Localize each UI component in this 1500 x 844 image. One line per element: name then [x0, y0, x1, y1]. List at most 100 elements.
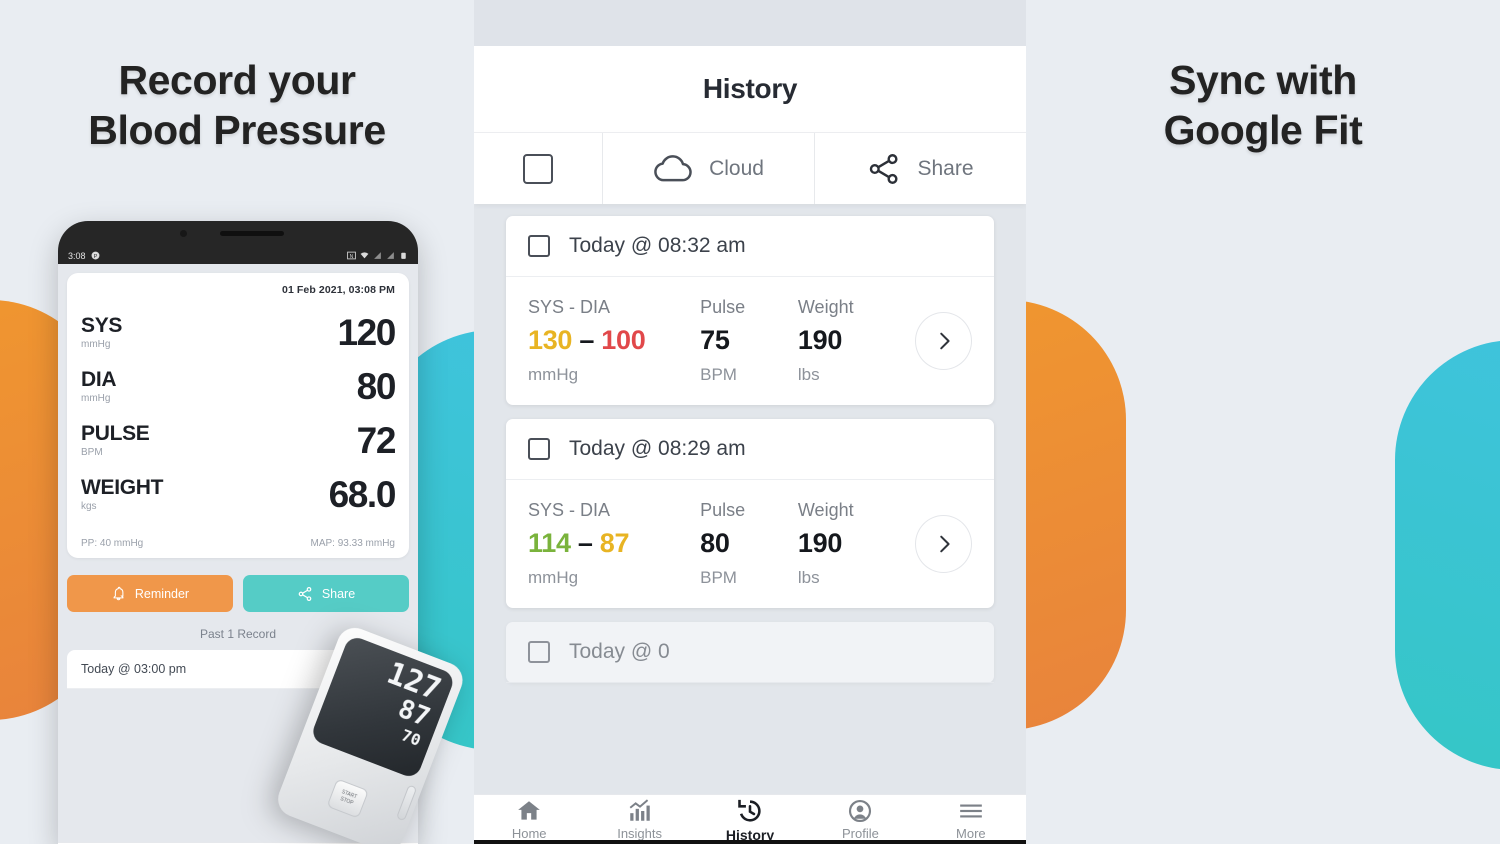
pulse-label: Pulse — [700, 297, 746, 317]
weight-value: 190 — [797, 325, 843, 355]
panel-left: Record your Blood Pressure 3:08 P N 01 F… — [0, 0, 474, 844]
nav-item-history[interactable]: History — [695, 797, 805, 843]
dia-value: 100 — [601, 325, 646, 355]
history-card-datetime: Today @ 0 — [569, 640, 670, 663]
reading-datetime: 01 Feb 2021, 03:08 PM — [282, 284, 395, 296]
orange-blob — [1026, 300, 1126, 730]
nav-item-insights[interactable]: Insights — [584, 798, 694, 841]
map-value: MAP: 93.33 mmHg — [310, 538, 395, 549]
cloud-tab-label: Cloud — [709, 156, 764, 180]
nav-label-more: More — [956, 826, 986, 841]
dia-unit: mmHg — [81, 393, 111, 404]
right-headline-line1: Sync with — [1169, 57, 1357, 103]
center-top-spacer — [474, 0, 1026, 46]
weight-unit: kgs — [81, 501, 97, 512]
nav-item-profile[interactable]: Profile — [805, 798, 915, 841]
signal-icon-2 — [387, 252, 394, 259]
reminder-button-label: Reminder — [134, 586, 190, 601]
center-action-tabs: Cloud Share — [474, 132, 1026, 204]
teal-blob — [1395, 340, 1500, 770]
checkbox-icon[interactable] — [528, 641, 550, 663]
sysdia-label: SYS - DIA — [528, 500, 611, 520]
card-detail-arrow-button[interactable] — [915, 312, 972, 370]
share-button-label: Share — [321, 586, 356, 601]
metric-weight: Weight 190 lbs — [798, 297, 915, 385]
svg-text:P: P — [93, 254, 97, 260]
pulse-unit: BPM — [700, 365, 737, 384]
bell-icon — [113, 586, 124, 601]
nav-label-home: Home — [511, 826, 547, 841]
history-card-header: Today @ 08:32 am — [506, 216, 994, 277]
reading-row-dia: DIA mmHg 80 — [81, 368, 396, 405]
pulse-value: 75 — [700, 325, 730, 355]
dia-label: DIA — [81, 368, 117, 391]
share-tab-label: Share — [917, 156, 974, 180]
sys-label: SYS — [81, 314, 123, 337]
center-app-bar: History — [474, 46, 1026, 132]
wifi-icon — [360, 252, 369, 259]
nav-item-home[interactable]: Home — [474, 798, 584, 841]
status-time: 3:08 — [68, 250, 86, 261]
metric-pulse: Pulse 80 BPM — [700, 500, 798, 588]
checkbox-icon[interactable] — [528, 235, 550, 257]
center-bottom-nav: Home Insights History Profile More — [474, 794, 1026, 844]
metric-pulse: Pulse 75 BPM — [700, 297, 798, 385]
history-card-datetime: Today @ 08:29 am — [569, 437, 746, 460]
cloud-tab[interactable]: Cloud — [602, 133, 814, 204]
sysdia-unit: mmHg — [528, 568, 579, 587]
left-status-bar: 3:08 P N — [58, 247, 418, 264]
history-card[interactable]: Today @ 08:29 am SYS - DIA 114 – 87 mmHg… — [506, 419, 994, 608]
history-card-body: SYS - DIA 114 – 87 mmHg Pulse 80 BPM Wei… — [506, 480, 994, 608]
sysdia-unit: mmHg — [528, 365, 579, 384]
weight-unit: lbs — [797, 365, 820, 384]
battery-icon — [401, 252, 406, 259]
reminder-button[interactable]: Reminder — [67, 575, 233, 612]
history-card[interactable]: Today @ 08:32 am SYS - DIA 130 – 100 mmH… — [506, 216, 994, 405]
history-card[interactable]: Today @ 0 — [506, 622, 994, 683]
cloud-icon — [654, 155, 692, 182]
history-card-header: Today @ 08:29 am — [506, 419, 994, 480]
gesture-bar — [474, 840, 1026, 844]
reading-row-pulse: PULSE BPM 72 — [81, 422, 396, 459]
history-card-datetime: Today @ 08:32 am — [569, 234, 746, 257]
history-card-list: Today @ 08:32 am SYS - DIA 130 – 100 mmH… — [474, 204, 1026, 754]
action-buttons: Reminder Share — [67, 575, 409, 612]
weight-value: 68.0 — [328, 473, 397, 515]
left-headline-line2: Blood Pressure — [88, 107, 386, 154]
dia-value: 87 — [599, 528, 630, 558]
nfc-icon: N — [347, 251, 356, 260]
weight-label: WEIGHT — [81, 476, 164, 499]
select-all-tab[interactable] — [474, 133, 602, 204]
checkbox-icon[interactable] — [523, 153, 553, 184]
share-icon — [870, 153, 898, 184]
latest-reading-card: 01 Feb 2021, 03:08 PM SYS mmHg 120 DIA m… — [67, 273, 409, 558]
sys-value: 114 — [528, 528, 571, 558]
phone-notch — [58, 221, 418, 247]
insights-icon — [629, 799, 650, 821]
more-icon — [959, 804, 982, 818]
reading-footer: PP: 40 mmHg MAP: 93.33 mmHg — [81, 538, 395, 549]
right-headline: Sync with Google Fit — [1026, 55, 1500, 155]
share-tab[interactable]: Share — [814, 133, 1026, 204]
chevron-right-icon — [939, 535, 950, 553]
panel-center: History Cloud Share Today @ 08:32 am SYS… — [474, 0, 1026, 844]
metric-sysdia: SYS - DIA 130 – 100 mmHg — [528, 297, 700, 385]
nav-item-more[interactable]: More — [916, 798, 1026, 841]
checkbox-icon[interactable] — [528, 438, 550, 460]
nav-label-insights: Insights — [617, 826, 663, 841]
camera-icon — [180, 230, 188, 237]
metric-sysdia: SYS - DIA 114 – 87 mmHg — [528, 500, 700, 588]
reading-row-sys: SYS mmHg 120 — [81, 314, 396, 351]
pulse-value: 80 — [700, 528, 730, 558]
sys-value: 130 — [528, 325, 573, 355]
nav-label-profile: Profile — [841, 826, 879, 841]
chevron-right-icon — [939, 332, 950, 350]
share-button[interactable]: Share — [243, 575, 409, 612]
sys-unit: mmHg — [81, 339, 111, 350]
pulse-pressure-value: PP: 40 mmHg — [81, 538, 144, 549]
signal-icon-1 — [374, 252, 381, 259]
home-icon — [518, 801, 541, 820]
card-detail-arrow-button[interactable] — [915, 515, 972, 573]
right-headline-line2: Google Fit — [1163, 107, 1363, 154]
sysdia-label: SYS - DIA — [528, 297, 611, 317]
